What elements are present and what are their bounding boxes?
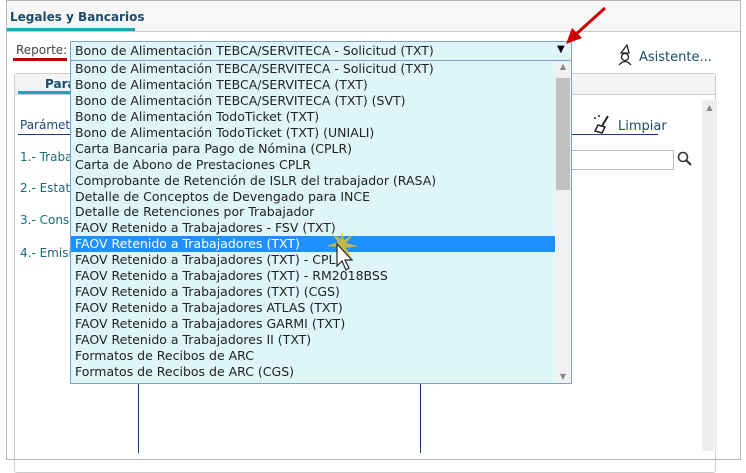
clear-button[interactable]: Limpiar <box>592 114 667 138</box>
dropdown-option[interactable]: FAOV Retenido a Trabajadores (TXT) <box>71 236 555 253</box>
dropdown-option[interactable]: FAOV Retenido a Trabajadores II (TXT) <box>71 332 555 348</box>
annotation-underline <box>13 58 67 61</box>
column-divider <box>420 383 421 453</box>
step-1[interactable]: 1.- Traba <box>20 150 72 164</box>
dropdown-option[interactable]: Carta Bancaria para Pago de Nómina (CPLR… <box>71 141 555 157</box>
dropdown-option[interactable]: Carta de Abono de Prestaciones CPLR <box>71 157 555 173</box>
wizard-icon <box>615 43 635 70</box>
dropdown-option[interactable]: Bono de Alimentación TEBCA/SERVITECA (TX… <box>71 77 555 93</box>
report-select[interactable]: Bono de Alimentación TEBCA/SERVITECA - S… <box>70 41 572 61</box>
parameters-label: Parámetr <box>20 118 76 132</box>
assistant-button[interactable]: Asistente... <box>615 43 712 70</box>
annotation-arrow-icon <box>566 6 607 44</box>
column-divider <box>138 383 139 453</box>
dropdown-option[interactable]: Formatos de Recibos de ARC (CGS) <box>71 364 555 380</box>
report-label: Reporte: <box>16 43 68 57</box>
dropdown-option[interactable]: Bono de Alimentación TEBCA/SERVITECA (TX… <box>71 93 555 109</box>
clear-label: Limpiar <box>618 118 667 134</box>
dropdown-option[interactable]: FAOV Retenido a Trabajadores GARMI (TXT) <box>71 316 555 332</box>
dropdown-option[interactable]: Bono de Alimentación TodoTicket (TXT) <box>71 109 555 125</box>
dropdown-option[interactable]: Bono de Alimentación TEBCA/SERVITECA - S… <box>71 61 555 77</box>
dropdown-option[interactable]: FAOV Retenido a Trabajadores ATLAS (TXT) <box>71 300 555 316</box>
dropdown-scrollbar-thumb[interactable] <box>556 78 570 190</box>
dropdown-option[interactable]: Formatos de Recibos de ARC <box>71 348 555 364</box>
dropdown-option[interactable]: FAOV Retenido a Trabajadores (TXT) - CPL <box>71 252 555 268</box>
dropdown-option[interactable]: Comprobante de Retención de ISLR del tra… <box>71 173 555 189</box>
dropdown-option[interactable]: FAOV Retenido a Trabajadores (TXT) (CGS) <box>71 284 555 300</box>
broom-icon <box>592 114 614 138</box>
mouse-cursor-icon <box>326 230 358 271</box>
active-tab-indicator <box>7 28 135 31</box>
step-2[interactable]: 2.- Estat <box>20 181 70 195</box>
report-dropdown-list[interactable]: Bono de Alimentación TEBCA/SERVITECA - S… <box>70 61 572 384</box>
step-4[interactable]: 4.- Emisi <box>20 246 72 260</box>
dropdown-option[interactable]: FAOV Retenido a Trabajadores - FSV (TXT) <box>71 220 555 236</box>
search-icon[interactable] <box>677 151 693 170</box>
dropdown-option[interactable]: Bono de Alimentación TodoTicket (TXT) (U… <box>71 125 555 141</box>
dropdown-option[interactable]: FAOV Retenido a Trabajadores (TXT) - RM2… <box>71 268 555 284</box>
step-3[interactable]: 3.- Conse <box>20 213 77 227</box>
assistant-label: Asistente... <box>639 49 712 65</box>
tab-legales-bancarios[interactable]: Legales y Bancarios <box>10 10 144 24</box>
panel-scrollbar[interactable]: ▲ <box>702 100 717 451</box>
dropdown-option[interactable]: Detalle de Conceptos de Devengado para I… <box>71 189 555 205</box>
dropdown-option[interactable]: Detalle de Retenciones por Trabajador <box>71 204 555 220</box>
